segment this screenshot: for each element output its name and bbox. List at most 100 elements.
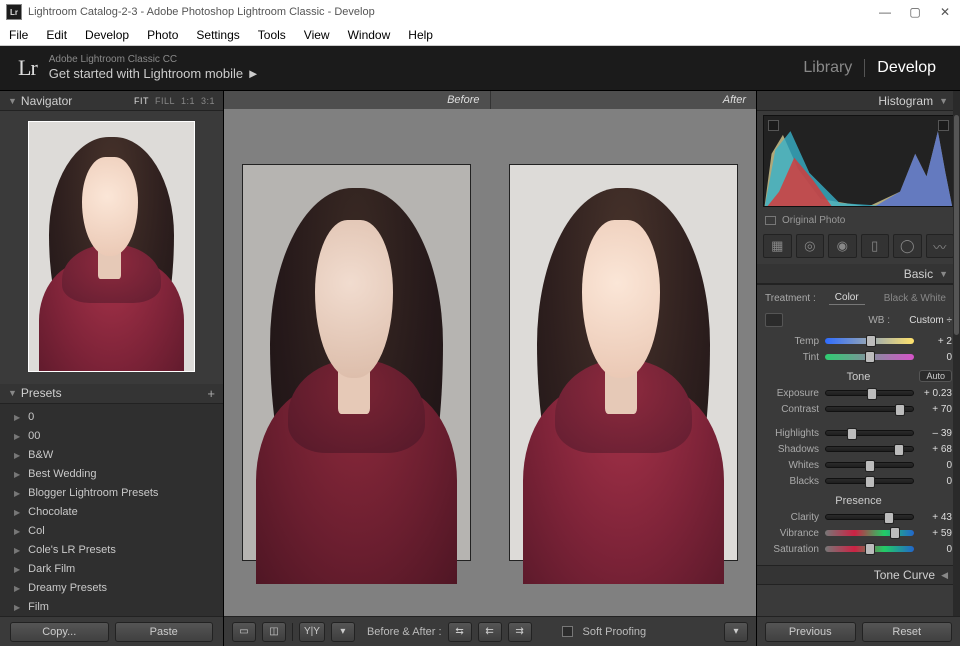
navigator-thumbnail[interactable] bbox=[28, 121, 195, 372]
grad-tool-icon[interactable]: ▯ bbox=[861, 234, 890, 258]
highlights-track[interactable] bbox=[825, 430, 914, 436]
basic-header[interactable]: Basic ▼ bbox=[757, 264, 960, 284]
saturation-slider[interactable]: Saturation0 bbox=[765, 541, 952, 557]
clarity-slider[interactable]: Clarity+ 43 bbox=[765, 509, 952, 525]
treatment-color[interactable]: Color bbox=[829, 291, 865, 305]
brand-mobile-link[interactable]: Get started with Lightroom mobile ► bbox=[49, 66, 260, 82]
nav-zoom-1to1[interactable]: 1:1 bbox=[181, 96, 195, 106]
temp-knob[interactable] bbox=[866, 335, 876, 347]
menu-tools[interactable]: Tools bbox=[249, 24, 295, 45]
whites-knob[interactable] bbox=[865, 460, 875, 472]
wb-dropper-icon[interactable] bbox=[765, 313, 783, 327]
histogram-graph[interactable] bbox=[763, 115, 954, 207]
module-develop[interactable]: Develop bbox=[871, 57, 942, 79]
crop-tool-icon[interactable]: ▦ bbox=[763, 234, 792, 258]
nav-zoom-3to1[interactable]: 3:1 bbox=[201, 96, 215, 106]
highlights-slider[interactable]: Highlights– 39 bbox=[765, 425, 952, 441]
wb-dropdown[interactable]: Custom ÷ bbox=[896, 315, 952, 326]
original-photo-toggle[interactable]: Original Photo bbox=[757, 211, 960, 232]
vibrance-slider[interactable]: Vibrance+ 59 bbox=[765, 525, 952, 541]
whites-value[interactable]: 0 bbox=[920, 460, 952, 471]
navigator-header[interactable]: ▼ Navigator FIT FILL 1:1 3:1 bbox=[0, 91, 223, 111]
saturation-track[interactable] bbox=[825, 546, 914, 552]
window-maximize-button[interactable]: ▢ bbox=[900, 0, 930, 24]
copy-button[interactable]: Copy... bbox=[10, 622, 109, 642]
shadows-slider[interactable]: Shadows+ 68 bbox=[765, 441, 952, 457]
preset-folder[interactable]: ▶Cole's LR Presets bbox=[0, 541, 223, 560]
before-photo[interactable] bbox=[243, 165, 471, 560]
preset-folder[interactable]: ▶Best Wedding bbox=[0, 465, 223, 484]
auto-tone-button[interactable]: Auto bbox=[919, 370, 952, 382]
menu-settings[interactable]: Settings bbox=[187, 24, 248, 45]
brush-tool-icon[interactable]: 〰 bbox=[926, 234, 955, 258]
swap-button[interactable]: ⇆ bbox=[448, 622, 472, 642]
exposure-slider[interactable]: Exposure+ 0.23 bbox=[765, 385, 952, 401]
presets-header[interactable]: ▼ Presets + bbox=[0, 384, 223, 404]
tint-knob[interactable] bbox=[865, 351, 875, 363]
vibrance-value[interactable]: + 59 bbox=[920, 528, 952, 539]
previous-button[interactable]: Previous bbox=[765, 622, 856, 642]
redeye-tool-icon[interactable]: ◉ bbox=[828, 234, 857, 258]
contrast-knob[interactable] bbox=[895, 404, 905, 416]
temp-track[interactable] bbox=[825, 338, 914, 344]
after-photo[interactable] bbox=[510, 165, 738, 560]
loupe-view-button[interactable]: ▭ bbox=[232, 622, 256, 642]
preset-folder[interactable]: ▶Dark Film bbox=[0, 560, 223, 579]
exposure-value[interactable]: + 0.23 bbox=[920, 388, 952, 399]
before-after-lr-button[interactable]: ◫ bbox=[262, 622, 286, 642]
exposure-knob[interactable] bbox=[867, 388, 877, 400]
window-minimize-button[interactable]: — bbox=[870, 0, 900, 24]
spot-tool-icon[interactable]: ◎ bbox=[796, 234, 825, 258]
menu-help[interactable]: Help bbox=[399, 24, 442, 45]
blacks-slider[interactable]: Blacks0 bbox=[765, 473, 952, 489]
tint-value[interactable]: 0 bbox=[920, 352, 952, 363]
preset-folder[interactable]: ▶Film bbox=[0, 598, 223, 617]
clarity-value[interactable]: + 43 bbox=[920, 512, 952, 523]
contrast-slider[interactable]: Contrast+ 70 bbox=[765, 401, 952, 417]
tint-slider[interactable]: Tint0 bbox=[765, 349, 952, 365]
saturation-knob[interactable] bbox=[865, 543, 875, 555]
temp-value[interactable]: + 2 bbox=[920, 336, 952, 347]
right-scrollbar[interactable] bbox=[953, 91, 960, 616]
shadows-track[interactable] bbox=[825, 446, 914, 452]
copy-before-button[interactable]: ⇇ bbox=[478, 622, 502, 642]
preset-folder[interactable]: ▶Dreamy Presets bbox=[0, 579, 223, 598]
preset-folder[interactable]: ▶Blogger Lightroom Presets bbox=[0, 484, 223, 503]
window-close-button[interactable]: ✕ bbox=[930, 0, 960, 24]
paste-button[interactable]: Paste bbox=[115, 622, 214, 642]
vibrance-knob[interactable] bbox=[890, 527, 900, 539]
menu-window[interactable]: Window bbox=[339, 24, 400, 45]
menu-photo[interactable]: Photo bbox=[138, 24, 187, 45]
blacks-track[interactable] bbox=[825, 478, 914, 484]
histogram-header[interactable]: Histogram ▼ bbox=[757, 91, 960, 111]
reset-button[interactable]: Reset bbox=[862, 622, 953, 642]
clarity-track[interactable] bbox=[825, 514, 914, 520]
whites-track[interactable] bbox=[825, 462, 914, 468]
nav-zoom-fit[interactable]: FIT bbox=[134, 96, 149, 106]
radial-tool-icon[interactable]: ◯ bbox=[893, 234, 922, 258]
temp-slider[interactable]: Temp+ 2 bbox=[765, 333, 952, 349]
saturation-value[interactable]: 0 bbox=[920, 544, 952, 555]
clarity-knob[interactable] bbox=[884, 512, 894, 524]
contrast-track[interactable] bbox=[825, 406, 914, 412]
compare-yy-button[interactable]: Y|Y bbox=[299, 622, 325, 642]
compare-view[interactable] bbox=[224, 109, 756, 616]
toolbar-more-icon[interactable]: ▾ bbox=[724, 622, 748, 642]
blacks-knob[interactable] bbox=[865, 476, 875, 488]
nav-zoom-fill[interactable]: FILL bbox=[155, 96, 175, 106]
treatment-bw[interactable]: Black & White bbox=[878, 292, 952, 305]
whites-slider[interactable]: Whites0 bbox=[765, 457, 952, 473]
menu-view[interactable]: View bbox=[295, 24, 339, 45]
blacks-value[interactable]: 0 bbox=[920, 476, 952, 487]
preset-folder[interactable]: ▶Chocolate bbox=[0, 503, 223, 522]
preset-folder[interactable]: ▶B&W bbox=[0, 446, 223, 465]
preset-folder[interactable]: ▶0 bbox=[0, 408, 223, 427]
shadows-value[interactable]: + 68 bbox=[920, 444, 952, 455]
exposure-track[interactable] bbox=[825, 390, 914, 396]
tint-track[interactable] bbox=[825, 354, 914, 360]
presets-add-button[interactable]: + bbox=[207, 386, 215, 401]
menu-file[interactable]: File bbox=[0, 24, 37, 45]
menu-develop[interactable]: Develop bbox=[76, 24, 138, 45]
toolbar-dropdown-icon[interactable]: ▾ bbox=[331, 622, 355, 642]
highlights-value[interactable]: – 39 bbox=[920, 428, 952, 439]
